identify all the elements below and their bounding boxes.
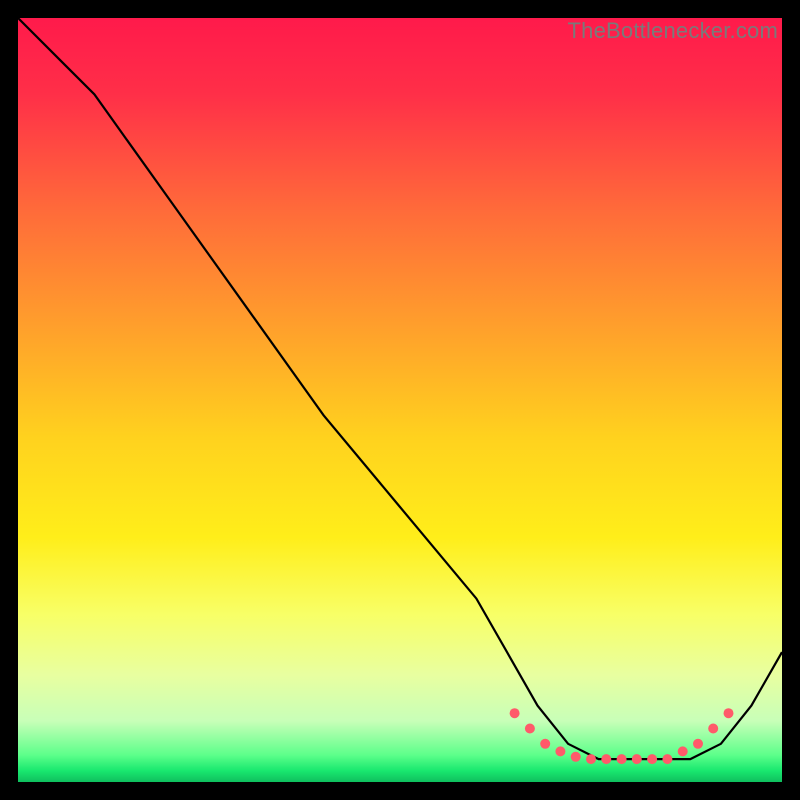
optimal-zone-point	[601, 754, 611, 764]
optimal-zone-point	[571, 752, 581, 762]
optimal-zone-point	[555, 746, 565, 756]
chart-frame: TheBottlenecker.com	[18, 18, 782, 782]
optimal-zone-point	[693, 739, 703, 749]
optimal-zone-point	[708, 724, 718, 734]
watermark-text: TheBottlenecker.com	[568, 18, 778, 44]
bottleneck-chart	[18, 18, 782, 782]
optimal-zone-point	[662, 754, 672, 764]
optimal-zone-point	[632, 754, 642, 764]
optimal-zone-point	[617, 754, 627, 764]
optimal-zone-point	[586, 754, 596, 764]
optimal-zone-point	[678, 746, 688, 756]
optimal-zone-point	[647, 754, 657, 764]
heat-gradient-background	[18, 18, 782, 782]
optimal-zone-point	[724, 708, 734, 718]
optimal-zone-point	[525, 724, 535, 734]
optimal-zone-point	[510, 708, 520, 718]
optimal-zone-point	[540, 739, 550, 749]
